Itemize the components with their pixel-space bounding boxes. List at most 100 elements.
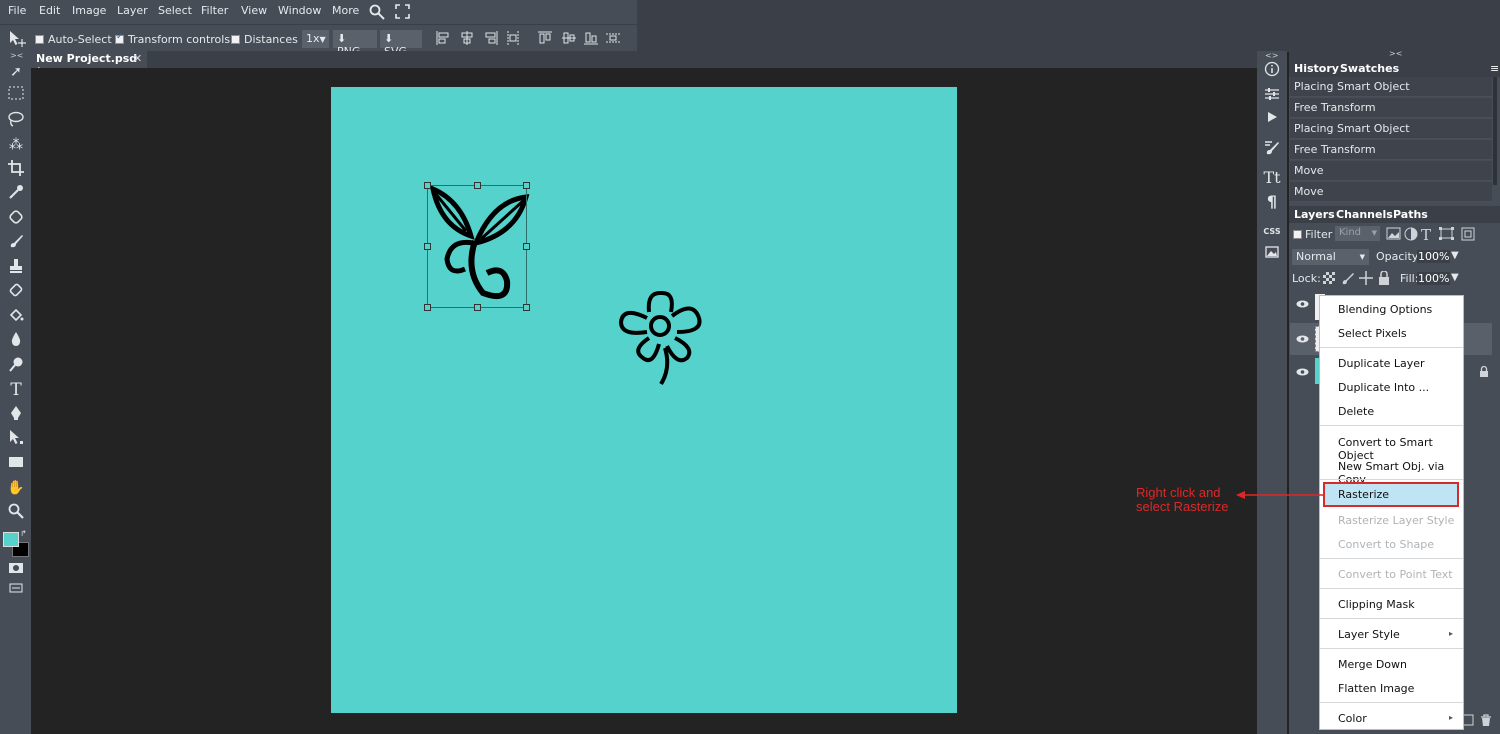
eraser-tool-icon[interactable] (6, 282, 26, 302)
export-svg-button[interactable]: ⬇ SVG (380, 30, 422, 58)
magic-wand-tool-icon[interactable]: ⁂ (6, 135, 26, 155)
character-icon[interactable]: Tt (1262, 168, 1282, 188)
menu-edit[interactable]: Edit (39, 4, 60, 17)
opacity-input[interactable]: 100% (1417, 250, 1451, 263)
paragraph-icon[interactable]: ¶ (1262, 192, 1282, 212)
history-item[interactable]: Move (1290, 161, 1492, 181)
pen-tool-icon[interactable] (6, 405, 26, 425)
path-select-tool-icon[interactable] (6, 429, 26, 449)
menu-item-color[interactable]: Color (1338, 712, 1367, 725)
menu-item-convert-to-smart-object[interactable]: Convert to Smart Object (1338, 436, 1463, 462)
visibility-eye-icon[interactable] (1296, 334, 1309, 347)
blend-mode-select[interactable]: Normal ▼ (1292, 249, 1369, 265)
history-item[interactable]: Free Transform (1290, 98, 1492, 118)
align-top-icon[interactable] (538, 31, 552, 45)
transform-bounding-box[interactable] (424, 182, 530, 311)
foreground-color-swatch[interactable] (3, 532, 19, 547)
dodge-tool-icon[interactable] (6, 356, 26, 376)
menu-window[interactable]: Window (278, 4, 321, 17)
shape-tool-icon[interactable] (6, 454, 26, 474)
menu-item-rasterize[interactable]: Rasterize (1323, 482, 1459, 507)
type-tool-icon[interactable]: T (6, 380, 26, 400)
info-icon[interactable] (1262, 61, 1282, 81)
align-left-icon[interactable] (436, 31, 450, 45)
distribute-h-icon[interactable] (506, 31, 520, 45)
collapse-panels-icon[interactable]: >< (1389, 49, 1402, 58)
align-middle-v-icon[interactable] (562, 31, 576, 45)
document-tab[interactable]: New Project.psd * ✕ (31, 51, 147, 78)
search-icon[interactable] (369, 4, 385, 20)
menu-select[interactable]: Select (158, 4, 192, 17)
auto-select-checkbox[interactable] (35, 35, 44, 44)
distances-checkbox[interactable] (231, 35, 240, 44)
panels-collapse-bar[interactable]: >< (1289, 49, 1500, 60)
menu-layer[interactable]: Layer (117, 4, 148, 17)
transform-handle[interactable] (523, 243, 530, 250)
tab-layers[interactable]: Layers (1294, 208, 1335, 221)
tab-paths[interactable]: Paths (1393, 208, 1428, 221)
transform-handle[interactable] (523, 304, 530, 311)
menu-more[interactable]: More (332, 4, 359, 17)
marquee-tool-icon[interactable] (6, 86, 26, 106)
transform-handle[interactable] (424, 182, 431, 189)
menu-item-layer-style[interactable]: Layer Style (1338, 628, 1400, 641)
distribute-v-icon[interactable] (606, 31, 620, 45)
brush-tool-icon[interactable] (6, 233, 26, 253)
menu-item-merge-down[interactable]: Merge Down (1338, 658, 1407, 671)
zoom-select[interactable]: 1x▼ (302, 30, 329, 48)
swap-colors-icon[interactable]: ↱ (20, 529, 27, 538)
fullscreen-icon[interactable] (395, 4, 410, 19)
transform-handle[interactable] (523, 182, 530, 189)
adjustments-icon[interactable] (1262, 86, 1282, 106)
zoom-tool-icon[interactable] (6, 503, 26, 523)
collapse-icons-icon[interactable]: <> (1265, 51, 1278, 60)
crop-tool-icon[interactable] (6, 160, 26, 180)
healing-brush-tool-icon[interactable] (6, 209, 26, 229)
export-png-button[interactable]: ⬇ PNG (333, 30, 377, 58)
transform-handle[interactable] (424, 304, 431, 311)
play-icon[interactable] (1262, 110, 1282, 130)
fill-input[interactable]: 100% (1417, 272, 1451, 285)
transform-controls-checkbox[interactable] (115, 32, 124, 44)
menu-item-delete[interactable]: Delete (1338, 405, 1374, 418)
trash-icon[interactable] (1480, 714, 1492, 727)
history-scrollbar[interactable] (1493, 77, 1497, 185)
document-canvas[interactable] (331, 87, 957, 713)
blur-tool-icon[interactable] (6, 331, 26, 351)
quick-mask-icon[interactable] (6, 560, 26, 580)
visibility-eye-icon[interactable] (1296, 299, 1309, 312)
menu-item-select-pixels[interactable]: Select Pixels (1338, 327, 1407, 340)
tab-channels[interactable]: Channels (1336, 208, 1393, 221)
panel-menu-icon[interactable]: ≡ (1490, 62, 1499, 75)
filter-checkbox[interactable] (1293, 230, 1302, 239)
menu-item-clipping-mask[interactable]: Clipping Mask (1338, 598, 1415, 611)
css-icon[interactable]: CSS (1262, 222, 1282, 242)
align-center-h-icon[interactable] (460, 31, 474, 45)
menu-image[interactable]: Image (72, 4, 106, 17)
menu-file[interactable]: File (8, 4, 26, 17)
collapse-toolbar-icon[interactable]: >< (10, 51, 23, 60)
visibility-eye-icon[interactable] (1296, 367, 1309, 380)
image-icon[interactable] (1262, 245, 1282, 265)
lasso-tool-icon[interactable] (6, 111, 26, 131)
history-item[interactable]: Move (1290, 182, 1492, 202)
history-item[interactable]: Placing Smart Object (1290, 77, 1492, 97)
align-bottom-icon[interactable] (584, 31, 598, 45)
screen-mode-icon[interactable] (6, 579, 26, 599)
transform-handle[interactable] (474, 304, 481, 311)
paint-bucket-tool-icon[interactable] (6, 307, 26, 327)
menu-filter[interactable]: Filter (201, 4, 228, 17)
menu-item-duplicate-layer[interactable]: Duplicate Layer (1338, 357, 1425, 370)
transform-handle[interactable] (474, 182, 481, 189)
close-tab-icon[interactable]: ✕ (133, 52, 142, 65)
history-item[interactable]: Placing Smart Object (1290, 119, 1492, 139)
eyedropper-tool-icon[interactable] (6, 184, 26, 204)
history-item[interactable]: Free Transform (1290, 140, 1492, 160)
menu-item-flatten-image[interactable]: Flatten Image (1338, 682, 1414, 695)
kind-select[interactable]: Kind ▼ (1335, 226, 1380, 241)
transform-handle[interactable] (424, 243, 431, 250)
menu-item-duplicate-into[interactable]: Duplicate Into ... (1338, 381, 1429, 394)
menu-view[interactable]: View (241, 4, 267, 17)
menu-item-blending-options[interactable]: Blending Options (1338, 303, 1432, 316)
move-tool-icon[interactable]: ➚ (6, 62, 26, 82)
